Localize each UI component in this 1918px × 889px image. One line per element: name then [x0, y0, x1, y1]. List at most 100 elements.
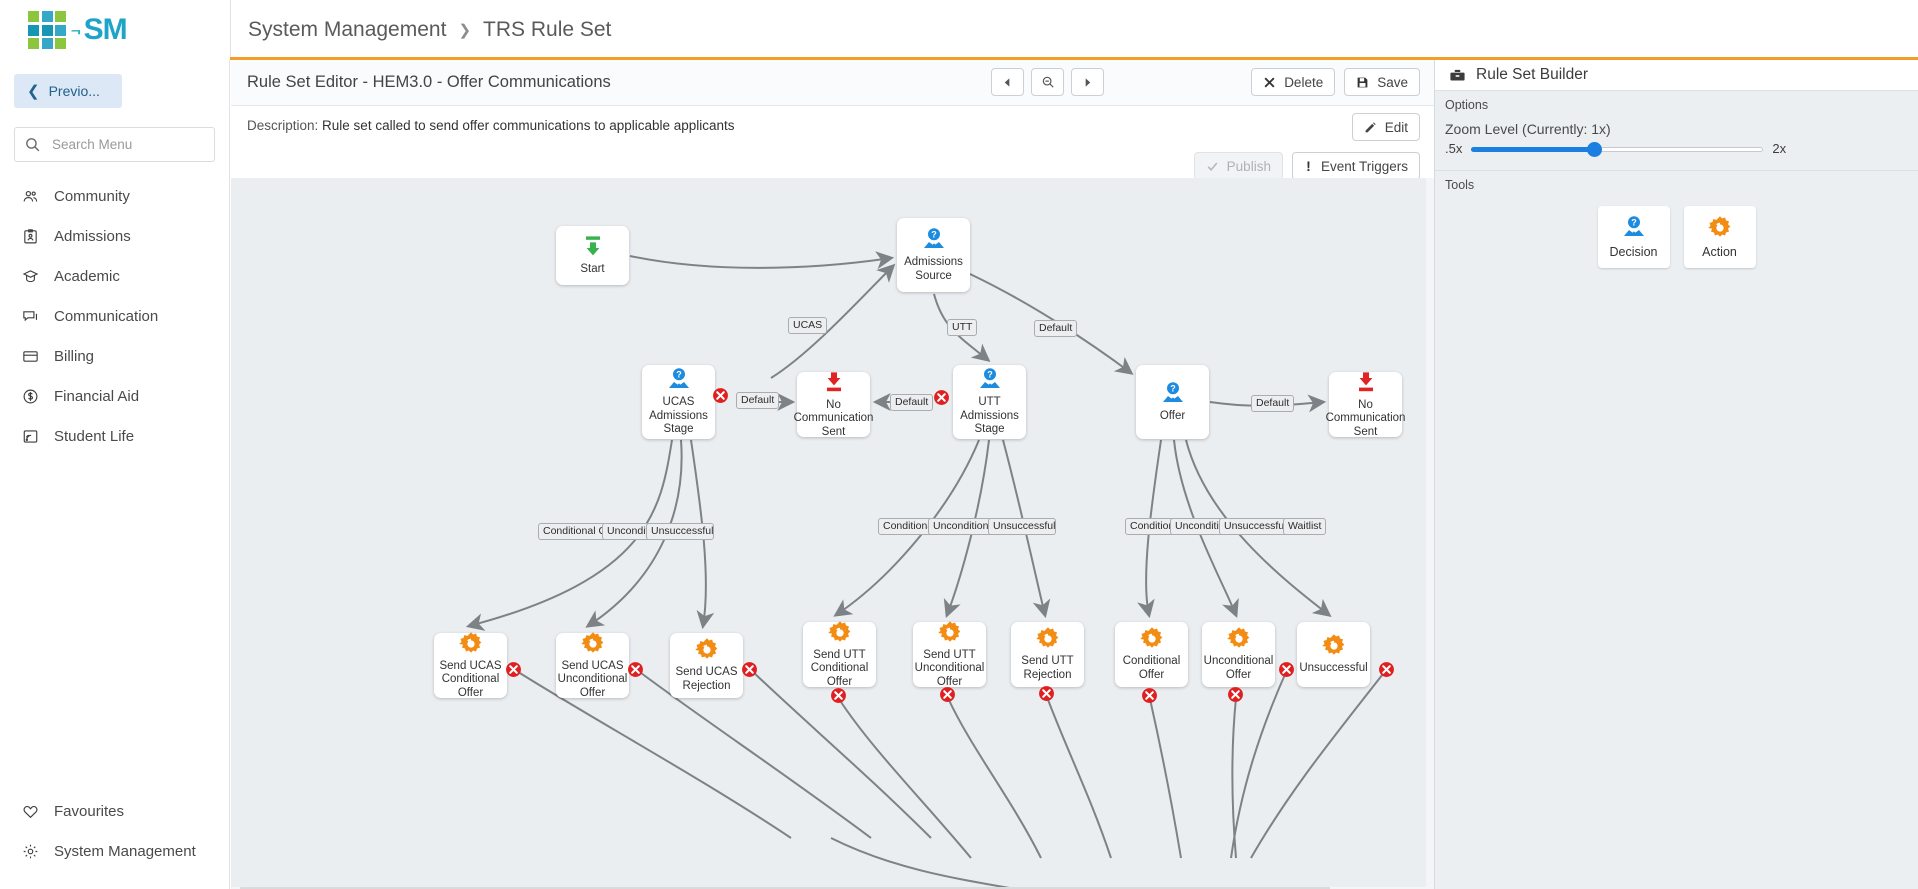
delete-connection-icon[interactable]	[1278, 661, 1295, 678]
delete-connection-icon[interactable]	[1227, 686, 1244, 703]
community-icon	[22, 188, 39, 205]
flow-node-label: Start	[577, 263, 607, 277]
flow-node-label: Send UCAS Rejection	[670, 666, 743, 693]
search-input[interactable]	[41, 137, 229, 152]
save-disk-icon	[1356, 74, 1369, 91]
edge-label: Default	[1251, 395, 1294, 412]
action-icon	[1707, 215, 1733, 241]
gear-icon	[22, 843, 39, 860]
flow-canvas[interactable]: Start?Admissions Source?UCAS Admissions …	[231, 178, 1434, 889]
sidebar-item-favourites[interactable]: Favourites	[0, 791, 230, 831]
zoom-prev-button[interactable]	[991, 68, 1024, 96]
sidebar-item-system-management[interactable]: System Management	[0, 831, 230, 871]
sidebar-item-academic[interactable]: Academic	[0, 256, 229, 296]
flow-node-a1[interactable]: Send UCAS Conditional Offer	[434, 633, 507, 698]
sidebar-item-label: Billing	[54, 348, 94, 365]
action-icon	[458, 631, 484, 657]
action-icon	[1321, 633, 1347, 659]
action-icon	[580, 631, 606, 657]
flow-node-label: Admissions Source	[897, 256, 970, 283]
flow-node-a7[interactable]: Conditional Offer	[1115, 622, 1188, 687]
search-icon	[24, 136, 41, 153]
delete-connection-icon[interactable]	[933, 389, 950, 406]
editor-header: Rule Set Editor - HEM3.0 - Offer Communi…	[231, 60, 1434, 106]
flow-node-nocomm1[interactable]: No Communication Sent	[797, 372, 870, 437]
tool-decision[interactable]: ? Decision	[1598, 206, 1670, 268]
zoom-level-label: Zoom Level (Currently: 1x)	[1435, 112, 1918, 137]
breadcrumb-root[interactable]: System Management	[248, 18, 446, 42]
delete-button[interactable]: Delete	[1251, 68, 1335, 96]
search-menu-field[interactable]	[14, 127, 215, 162]
flow-node-label: Send UCAS Unconditional Offer	[555, 660, 631, 701]
academic-icon	[22, 268, 39, 285]
zoom-slider-row: .5x 2x	[1435, 137, 1918, 156]
delete-connection-icon[interactable]	[939, 686, 956, 703]
delete-connection-icon[interactable]	[627, 661, 644, 678]
zoom-controls	[991, 68, 1104, 96]
tool-action[interactable]: Action	[1684, 206, 1756, 268]
edge-label: Unsuccessful	[1219, 518, 1287, 535]
description-label: Description:	[247, 118, 318, 133]
zoom-next-button[interactable]	[1071, 68, 1104, 96]
admissions-icon	[22, 228, 39, 245]
slider-knob[interactable]	[1587, 142, 1602, 157]
flow-node-a9[interactable]: Unsuccessful	[1297, 622, 1370, 687]
logo-grid-icon	[28, 11, 66, 49]
sidebar-item-community[interactable]: Community	[0, 176, 229, 216]
sidebar-item-communication[interactable]: Communication	[0, 296, 229, 336]
save-button[interactable]: Save	[1344, 68, 1420, 96]
flow-node-label: Send UCAS Conditional Offer	[434, 660, 507, 701]
flow-node-a8[interactable]: Unconditional Offer	[1202, 622, 1275, 687]
flow-node-label: UTT Admissions Stage	[953, 396, 1026, 437]
delete-connection-icon[interactable]	[712, 387, 729, 404]
edit-button[interactable]: Edit	[1352, 113, 1420, 141]
flow-node-a5[interactable]: Send UTT Unconditional Offer	[913, 622, 986, 687]
event-triggers-button[interactable]: ! Event Triggers	[1292, 152, 1420, 180]
delete-connection-icon[interactable]	[1038, 685, 1055, 702]
zoom-reset-button[interactable]	[1031, 68, 1064, 96]
flow-node-offer[interactable]: ?Offer	[1136, 365, 1209, 439]
sidebar-item-label: Financial Aid	[54, 388, 139, 405]
sidebar-item-financial-aid[interactable]: Financial Aid	[0, 376, 229, 416]
delete-connection-icon[interactable]	[1378, 661, 1395, 678]
flow-node-a3[interactable]: Send UCAS Rejection	[670, 633, 743, 698]
breadcrumb: System Management ❯ TRS Rule Set	[248, 0, 611, 60]
sidebar-item-label: Academic	[54, 268, 120, 285]
toolbox-icon	[1449, 67, 1466, 84]
delete-connection-icon[interactable]	[1141, 687, 1158, 704]
sidebar-item-label: Communication	[54, 308, 158, 325]
editor-actions: Delete Save	[1251, 68, 1420, 96]
chevron-left-icon: ❮	[27, 84, 40, 99]
svg-text:?: ?	[1170, 383, 1176, 393]
app-logo[interactable]: ¬ SM	[0, 0, 230, 60]
previous-button[interactable]: ❮ Previo...	[14, 74, 122, 108]
zoom-max-label: 2x	[1772, 141, 1786, 156]
flow-node-a4[interactable]: Send UTT Conditional Offer	[803, 622, 876, 687]
delete-connection-icon[interactable]	[830, 687, 847, 704]
options-label: Options	[1435, 91, 1918, 112]
exclamation-icon: !	[1304, 158, 1313, 175]
action-icon	[937, 620, 963, 646]
flow-node-nocomm2[interactable]: No Communication Sent	[1329, 372, 1402, 437]
action-icon	[827, 620, 853, 646]
close-icon	[1263, 74, 1276, 91]
flow-node-a2[interactable]: Send UCAS Unconditional Offer	[556, 633, 629, 698]
zoom-slider[interactable]	[1471, 142, 1763, 156]
panel-title: Rule Set Builder	[1476, 66, 1588, 84]
flow-node-adm_src[interactable]: ?Admissions Source	[897, 218, 970, 292]
edge-label: Conditional Offer	[538, 523, 606, 540]
flow-node-label: Unsuccessful	[1296, 662, 1370, 676]
flow-node-a6[interactable]: Send UTT Rejection	[1011, 622, 1084, 687]
delete-connection-icon[interactable]	[505, 661, 522, 678]
flow-node-start[interactable]: Start	[556, 226, 629, 285]
action-icon	[694, 637, 720, 663]
delete-connection-icon[interactable]	[741, 661, 758, 678]
flow-node-utt_stage[interactable]: ?UTT Admissions Stage	[953, 365, 1026, 439]
flow-node-ucas_stage[interactable]: ?UCAS Admissions Stage	[642, 365, 715, 439]
page-title: Rule Set Editor - HEM3.0 - Offer Communi…	[247, 73, 611, 92]
publish-button: Publish	[1194, 152, 1283, 180]
sidebar-item-student-life[interactable]: Student Life	[0, 416, 229, 456]
sidebar-item-admissions[interactable]: Admissions	[0, 216, 229, 256]
sidebar-item-billing[interactable]: Billing	[0, 336, 229, 376]
flow-node-label: Send UTT Rejection	[1011, 655, 1084, 682]
